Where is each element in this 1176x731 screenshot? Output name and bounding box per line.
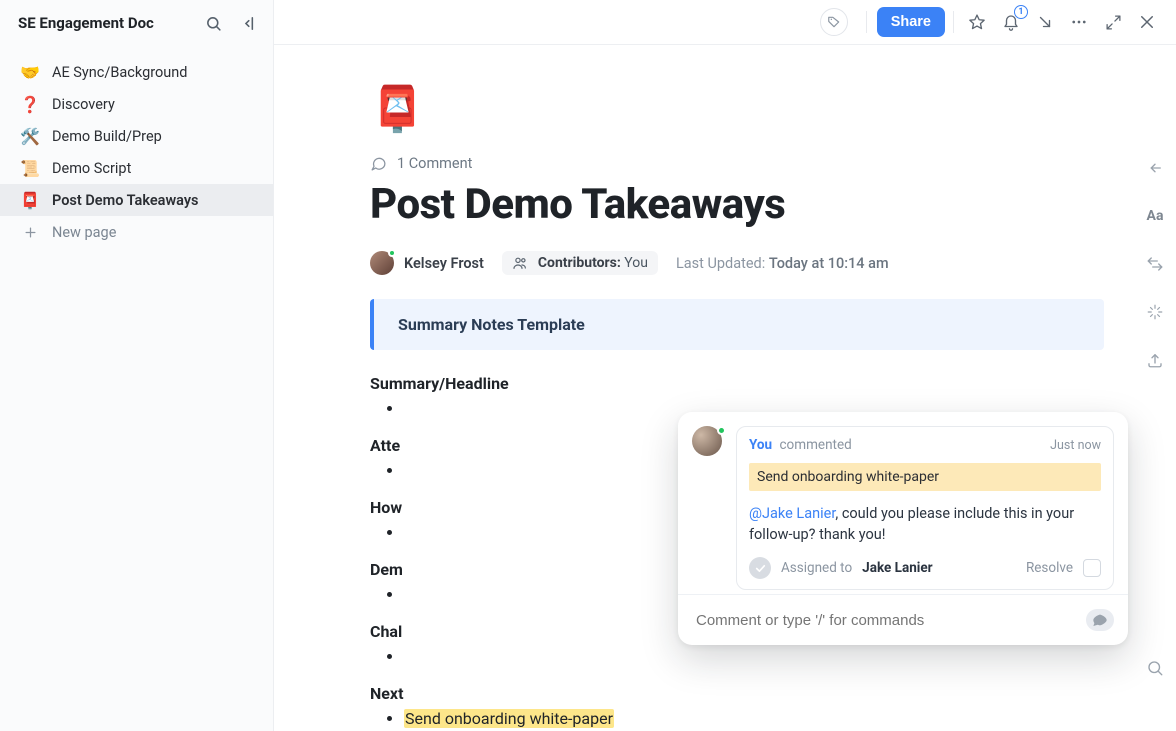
sidebar: SE Engagement Doc 🤝 AE Sync/Background ❓… xyxy=(0,0,274,731)
sidebar-item-demo-script[interactable]: 📜 Demo Script xyxy=(0,152,273,184)
close-icon[interactable] xyxy=(1132,7,1162,37)
comment-footer: Assigned to Jake Lanier Resolve xyxy=(749,557,1101,579)
sidebar-item-discovery[interactable]: ❓ Discovery xyxy=(0,88,273,120)
list-item[interactable]: Send onboarding white-paper xyxy=(404,707,1104,730)
sidebar-header: SE Engagement Doc xyxy=(0,0,273,46)
contributors-value: You xyxy=(624,255,648,271)
right-rail: Aa xyxy=(1134,45,1176,731)
doc-last-updated: Last Updated: Today at 10:14 am xyxy=(676,255,889,272)
comment-body-card: You commented Just now Send onboarding w… xyxy=(736,426,1114,590)
section-title[interactable]: Summary/Headline xyxy=(370,374,1104,393)
tools-icon: 🛠️ xyxy=(20,127,40,146)
sidebar-item-label: AE Sync/Background xyxy=(52,64,187,81)
contributors-label: Contributors: xyxy=(538,255,621,271)
mention-link[interactable]: @Jake Lanier xyxy=(749,505,835,522)
resolve-checkbox[interactable] xyxy=(1083,559,1101,577)
question-icon: ❓ xyxy=(20,95,40,114)
comment-count: 1 Comment xyxy=(397,155,472,172)
presence-dot xyxy=(388,249,396,257)
comment-count-line[interactable]: 1 Comment xyxy=(370,155,1104,172)
callout-block[interactable]: Summary Notes Template xyxy=(370,299,1104,350)
search-in-doc-icon[interactable] xyxy=(1142,655,1168,681)
last-updated-value: Today at 10:14 am xyxy=(769,255,889,272)
highlighted-text[interactable]: Send onboarding white-paper xyxy=(404,709,614,728)
sidebar-item-label: Demo Build/Prep xyxy=(52,128,162,145)
comment-popover: You commented Just now Send onboarding w… xyxy=(678,412,1128,645)
list-item[interactable] xyxy=(404,645,1104,668)
last-updated-label: Last Updated: xyxy=(676,255,765,272)
comment-text: @Jake Lanier, could you please include t… xyxy=(749,503,1101,545)
typography-icon[interactable]: Aa xyxy=(1142,203,1168,229)
people-icon xyxy=(512,255,528,271)
comment-action: commented xyxy=(779,437,851,453)
comment-quoted-text: Send onboarding white-paper xyxy=(749,463,1101,491)
more-icon[interactable] xyxy=(1064,7,1094,37)
presence-dot xyxy=(717,426,726,435)
upload-icon[interactable] xyxy=(1142,347,1168,373)
expand-icon[interactable] xyxy=(1098,7,1128,37)
topbar: Share 1 xyxy=(274,0,1176,45)
topbar-actions: 1 xyxy=(949,7,1162,37)
doc-emoji[interactable]: 📮 xyxy=(370,83,422,135)
handshake-icon: 🤝 xyxy=(20,63,40,82)
download-icon[interactable] xyxy=(1030,7,1060,37)
send-comment-icon[interactable] xyxy=(1086,609,1114,631)
sidebar-item-label: Demo Script xyxy=(52,160,131,177)
comment-avatar-wrap xyxy=(692,426,726,590)
sidebar-nav: 🤝 AE Sync/Background ❓ Discovery 🛠️ Demo… xyxy=(0,46,273,248)
author-name: Kelsey Frost xyxy=(404,255,484,272)
sparkle-icon[interactable] xyxy=(1142,299,1168,325)
doc-contributors[interactable]: Contributors: You xyxy=(502,251,658,275)
sidebar-item-post-demo[interactable]: 📮 Post Demo Takeaways xyxy=(0,184,273,216)
assigned-to-label: Assigned to xyxy=(781,560,852,576)
outdent-icon[interactable] xyxy=(1142,155,1168,181)
sidebar-item-ae-sync[interactable]: 🤝 AE Sync/Background xyxy=(0,56,273,88)
section-title[interactable]: Next xyxy=(370,684,1104,703)
comment-time: Just now xyxy=(1050,438,1101,453)
divider xyxy=(866,11,867,33)
notifications-badge: 1 xyxy=(1014,5,1028,19)
comment-icon xyxy=(370,155,387,172)
sidebar-new-page-label: New page xyxy=(52,224,116,241)
sidebar-item-label: Post Demo Takeaways xyxy=(52,192,199,209)
scroll-icon: 📜 xyxy=(20,159,40,178)
tag-icon[interactable] xyxy=(820,8,848,36)
doc-author[interactable]: Kelsey Frost xyxy=(370,251,484,275)
comment-input[interactable] xyxy=(696,612,1076,629)
comment-input-row xyxy=(678,594,1128,645)
swap-icon[interactable] xyxy=(1142,251,1168,277)
section-list[interactable]: Send onboarding white-paper xyxy=(370,707,1104,730)
notifications-icon[interactable]: 1 xyxy=(996,7,1026,37)
section-list[interactable] xyxy=(370,645,1104,668)
assigned-to-name: Jake Lanier xyxy=(862,560,932,576)
doc-meta: Kelsey Frost Contributors: You Last Upda… xyxy=(370,251,1104,275)
resolve-label[interactable]: Resolve xyxy=(1026,560,1073,576)
star-icon[interactable] xyxy=(962,7,992,37)
sidebar-item-label: Discovery xyxy=(52,96,115,113)
sidebar-new-page[interactable]: New page xyxy=(0,216,273,248)
comment-author-you: You xyxy=(749,437,772,453)
share-button[interactable]: Share xyxy=(877,7,945,37)
sidebar-item-demo-build[interactable]: 🛠️ Demo Build/Prep xyxy=(0,120,273,152)
sidebar-title: SE Engagement Doc xyxy=(18,14,191,32)
comment-header: You commented Just now xyxy=(749,437,1101,453)
postbox-icon: 📮 xyxy=(20,191,40,210)
divider xyxy=(953,11,954,33)
doc-title[interactable]: Post Demo Takeaways xyxy=(370,180,1104,229)
search-icon[interactable] xyxy=(199,9,227,37)
assigned-check-icon[interactable] xyxy=(749,557,771,579)
plus-icon xyxy=(20,222,40,242)
collapse-sidebar-icon[interactable] xyxy=(235,9,263,37)
